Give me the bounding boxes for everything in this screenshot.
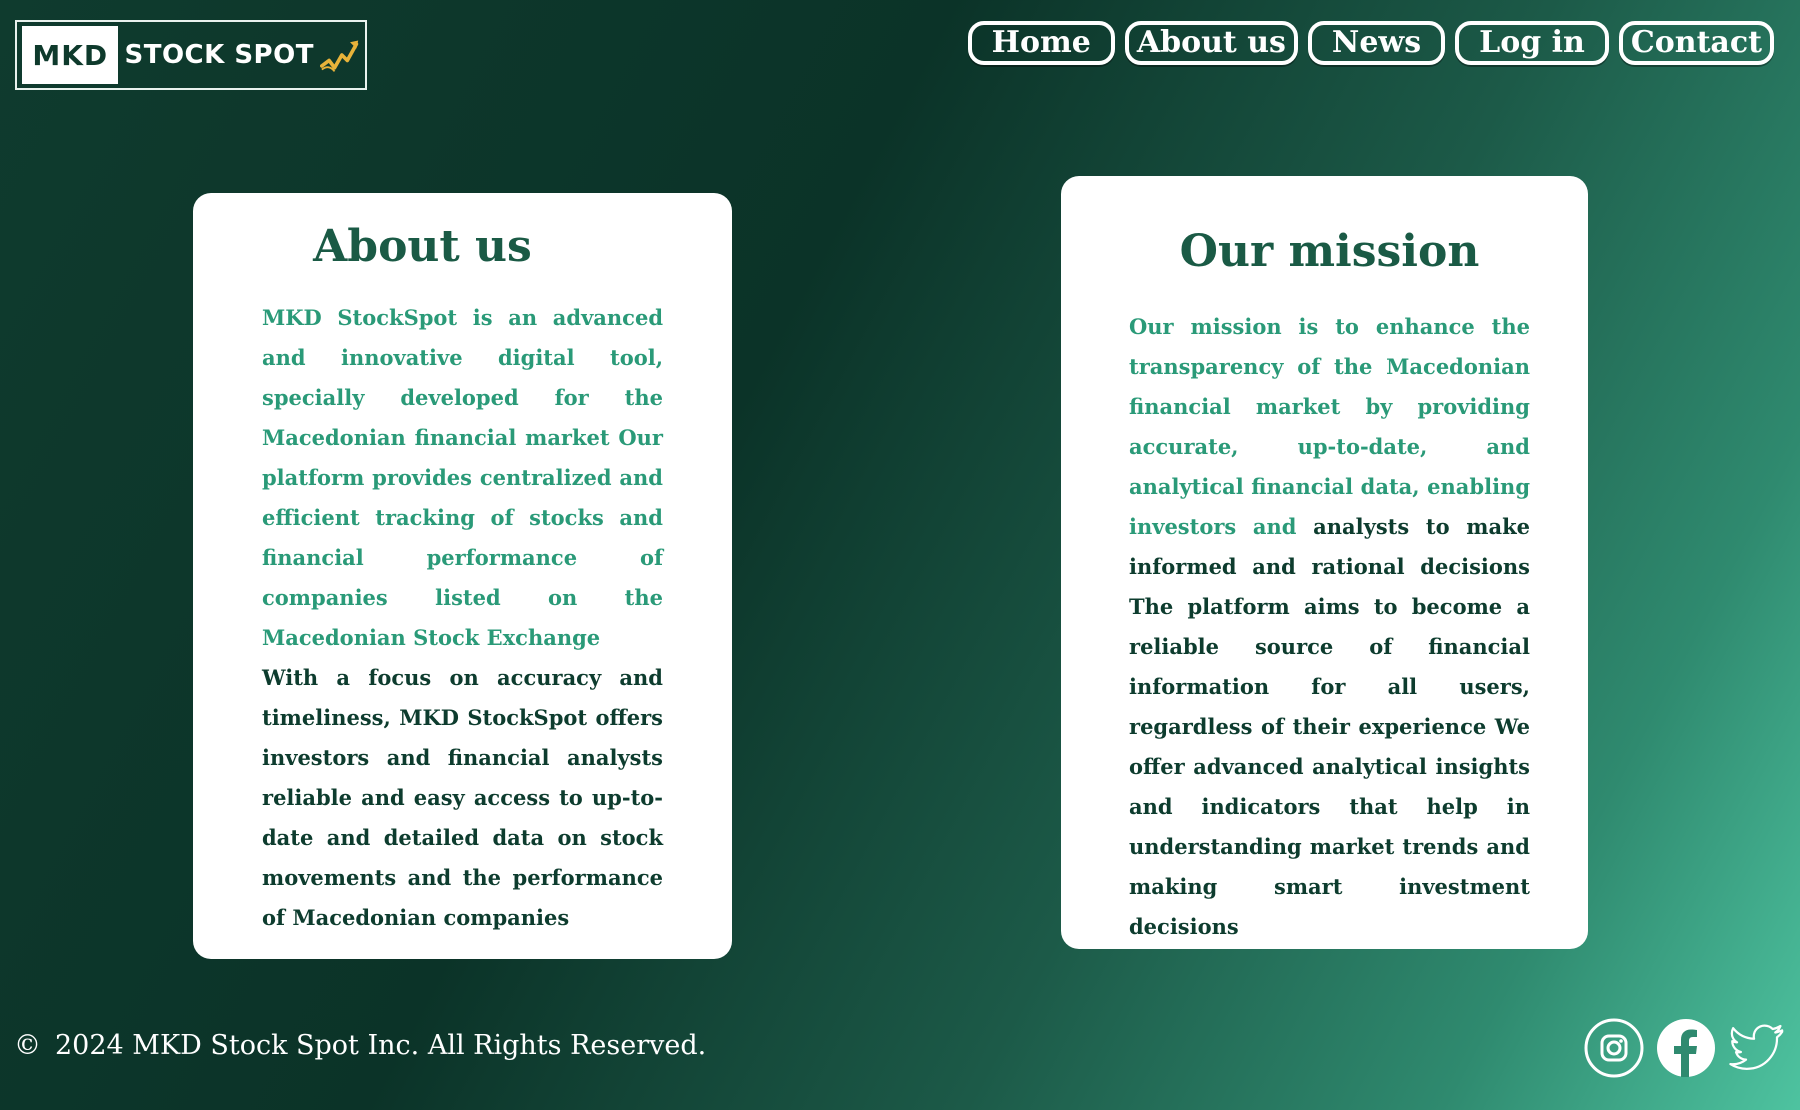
about-body: MKD StockSpot is an advanced and innovat… xyxy=(262,298,663,938)
social-links xyxy=(1584,1018,1788,1078)
mission-text: Our mission is to enhance the transparen… xyxy=(1129,307,1530,947)
site-logo[interactable]: MKD STOCK SPOT xyxy=(15,20,367,90)
mission-body: Our mission is to enhance the transparen… xyxy=(1129,307,1530,947)
about-intro-text: MKD StockSpot is an advanced and innovat… xyxy=(262,305,663,650)
mission-title: Our mission xyxy=(1179,226,1480,277)
nav-news-button[interactable]: News xyxy=(1307,21,1446,65)
nav-about-button[interactable]: About us xyxy=(1124,21,1298,65)
logo-badge: MKD xyxy=(22,26,119,84)
mission-text-dark: analysts to make informed and rational d… xyxy=(1129,514,1531,939)
facebook-icon[interactable] xyxy=(1656,1018,1716,1078)
instagram-icon[interactable] xyxy=(1584,1018,1644,1078)
twitter-icon[interactable] xyxy=(1728,1018,1788,1078)
mission-text-accent: Our mission is to enhance the transparen… xyxy=(1129,314,1530,539)
trend-arrow-icon xyxy=(319,40,359,72)
about-card: About us MKD StockSpot is an advanced an… xyxy=(193,193,732,959)
about-detail-text: With a focus on accuracy and timeliness,… xyxy=(262,665,663,930)
copyright-text: 2024 MKD Stock Spot Inc. All Rights Rese… xyxy=(55,1030,707,1061)
main-nav: Home About us News Log in Contact xyxy=(967,21,1774,65)
nav-login-button[interactable]: Log in xyxy=(1455,21,1609,65)
logo-wordmark: STOCK SPOT xyxy=(124,40,314,70)
copyright-notice: © 2024 MKD Stock Spot Inc. All Rights Res… xyxy=(14,1030,706,1061)
nav-home-button[interactable]: Home xyxy=(967,21,1115,65)
nav-contact-button[interactable]: Contact xyxy=(1618,21,1774,65)
about-title: About us xyxy=(313,221,532,272)
logo-mkd-text: MKD xyxy=(32,38,109,72)
copyright-icon: © xyxy=(14,1030,41,1061)
mission-card: Our mission Our mission is to enhance th… xyxy=(1061,176,1588,949)
